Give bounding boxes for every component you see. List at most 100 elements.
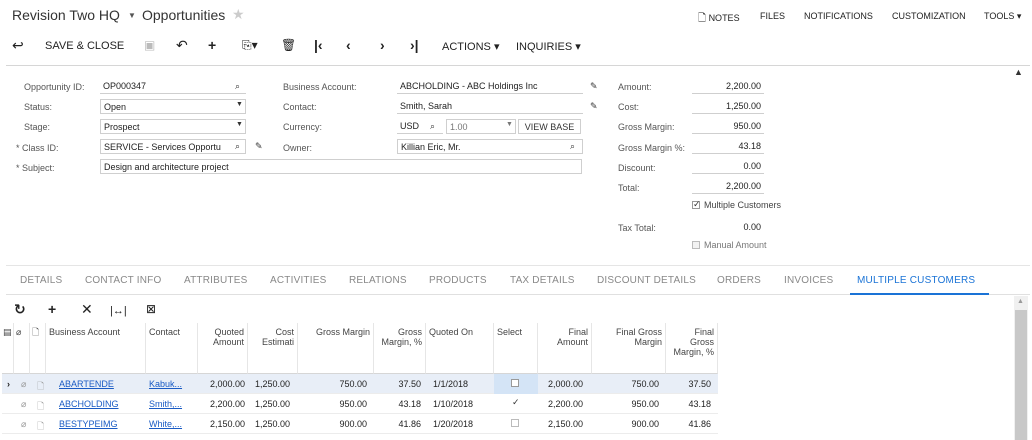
contact-link[interactable]: Kabuk... (146, 374, 198, 394)
tab-attributes[interactable]: ATTRIBUTES (184, 275, 247, 286)
edit-pencil-icon[interactable]: ✎ (590, 101, 598, 112)
delete-row-icon[interactable]: ✕ (81, 301, 93, 317)
inquiries-menu[interactable]: INQUIRIES ▾ (516, 40, 581, 53)
col-quoted-on[interactable]: Quoted On (426, 323, 494, 374)
save-icon[interactable]: ▣ (144, 37, 155, 53)
tab-contact-info[interactable]: CONTACT INFO (85, 275, 161, 286)
search-icon[interactable]: ⌕ (570, 141, 575, 152)
add-row-icon[interactable]: + (48, 301, 56, 317)
undo-icon[interactable]: ↶ (176, 37, 188, 53)
select-cell[interactable] (494, 374, 538, 394)
star-icon[interactable]: ★ (232, 6, 245, 23)
tools-menu[interactable]: TOOLS ▾ (984, 11, 1021, 22)
business-account-link[interactable]: BESTYPEIMG (56, 414, 146, 434)
save-close-button[interactable]: SAVE & CLOSE (45, 40, 124, 52)
owner-field[interactable]: Killian Eric, Mr. (397, 139, 583, 154)
gross-margin-cell[interactable]: 950.00 (298, 394, 370, 414)
fit-columns-icon[interactable]: |↔| (110, 303, 127, 319)
col-final-gross-margin[interactable]: Final Gross Margin (592, 323, 666, 374)
tab-details[interactable]: DETAILS (20, 275, 62, 286)
col-cost-estimate[interactable]: Cost Estimati (248, 323, 298, 374)
chevron-down-icon[interactable]: ▼ (236, 101, 243, 108)
tab-multiple-customers[interactable]: MULTIPLE CUSTOMERS (857, 275, 975, 286)
actions-menu[interactable]: ACTIONS ▾ (442, 40, 499, 53)
table-row[interactable]: ⌀ 🗋 ABCHOLDING Smith,... 2,200.00 1,250.… (2, 394, 718, 414)
col-select[interactable]: Select (494, 323, 538, 374)
cost-estimate-cell[interactable]: 1,250.00 (252, 374, 298, 394)
quoted-on-cell[interactable]: 1/20/2018 (430, 414, 494, 434)
business-account-field[interactable]: ABCHOLDING - ABC Holdings Inc (397, 79, 583, 94)
opportunity-id-field[interactable]: OP000347 (100, 79, 246, 94)
grid-settings-icon[interactable]: ▤ (2, 323, 14, 374)
gross-margin-pct-cell[interactable]: 43.18 (374, 394, 424, 414)
search-icon[interactable]: ⌕ (235, 141, 240, 152)
tab-discount-details[interactable]: DISCOUNT DETAILS (597, 275, 696, 286)
select-cell[interactable] (494, 394, 538, 414)
status-select[interactable]: Open (100, 99, 246, 114)
cost-estimate-cell[interactable]: 1,250.00 (252, 394, 298, 414)
stage-select[interactable]: Prospect (100, 119, 246, 134)
previous-record-icon[interactable]: ‹ (346, 37, 351, 53)
files-link[interactable]: FILES (760, 11, 785, 21)
attachment-icon[interactable]: ⌀ (18, 414, 30, 434)
export-excel-icon[interactable]: ⊠ (146, 301, 156, 317)
multiple-customers-checkbox[interactable] (692, 199, 701, 210)
company-selector[interactable]: Revision Two HQ (12, 7, 120, 23)
scrollbar-thumb[interactable] (1015, 310, 1027, 440)
tab-relations[interactable]: RELATIONS (349, 275, 407, 286)
gross-margin-cell[interactable]: 900.00 (298, 414, 370, 434)
back-arrow-icon[interactable]: ↩ (12, 37, 24, 53)
gross-margin-pct-cell[interactable]: 41.86 (374, 414, 424, 434)
col-gross-margin[interactable]: Gross Margin (298, 323, 374, 374)
chevron-down-icon[interactable]: ▼ (128, 11, 136, 20)
contact-link[interactable]: White,... (146, 414, 198, 434)
class-id-field[interactable]: SERVICE - Services Opportu (100, 139, 246, 154)
final-gross-margin-cell[interactable]: 950.00 (592, 394, 662, 414)
note-icon[interactable]: 🗋 (34, 414, 46, 434)
refresh-icon[interactable]: ↻ (14, 301, 26, 317)
view-base-button[interactable]: VIEW BASE (518, 119, 581, 134)
business-account-link[interactable]: ABARTENDE (56, 374, 146, 394)
col-final-gross-margin-pct[interactable]: Final Gross Margin, % (666, 323, 718, 374)
table-row[interactable]: ⌀ 🗋 BESTYPEIMG White,... 2,150.00 1,250.… (2, 414, 718, 434)
contact-link[interactable]: Smith,... (146, 394, 198, 414)
select-checkbox[interactable] (511, 379, 519, 387)
customization-link[interactable]: CUSTOMIZATION (892, 11, 966, 21)
gross-margin-cell[interactable]: 750.00 (298, 374, 370, 394)
select-cell[interactable] (494, 414, 538, 434)
search-icon[interactable]: ⌕ (430, 121, 435, 132)
chevron-down-icon[interactable]: ▼ (236, 121, 243, 128)
tab-orders[interactable]: ORDERS (717, 275, 761, 286)
attachment-icon[interactable]: ⌀ (18, 394, 30, 414)
final-gross-margin-cell[interactable]: 750.00 (592, 374, 662, 394)
add-icon[interactable]: + (208, 37, 216, 53)
cost-estimate-cell[interactable]: 1,250.00 (252, 414, 298, 434)
final-gross-margin-pct-cell[interactable]: 41.86 (666, 414, 714, 434)
quoted-amount-cell[interactable]: 2,000.00 (198, 374, 248, 394)
contact-field[interactable]: Smith, Sarah (397, 99, 583, 114)
final-gross-margin-pct-cell[interactable]: 43.18 (666, 394, 714, 414)
final-amount-cell[interactable]: 2,000.00 (538, 374, 586, 394)
business-account-link[interactable]: ABCHOLDING (56, 394, 146, 414)
quoted-amount-cell[interactable]: 2,200.00 (198, 394, 248, 414)
edit-pencil-icon[interactable]: ✎ (590, 81, 598, 92)
final-amount-cell[interactable]: 2,200.00 (538, 394, 586, 414)
select-checkbox[interactable] (511, 419, 519, 427)
tab-activities[interactable]: ACTIVITIES (270, 275, 326, 286)
last-record-icon[interactable]: ›| (410, 37, 419, 53)
col-quoted-amount[interactable]: Quoted Amount (198, 323, 248, 374)
search-icon[interactable]: ⌕ (235, 81, 240, 92)
chevron-down-icon[interactable]: ▼ (506, 121, 513, 128)
notes-link[interactable]: 🗋 NOTES (698, 11, 740, 28)
table-row[interactable]: › ⌀ 🗋 ABARTENDE Kabuk... 2,000.00 1,250.… (2, 374, 718, 394)
gross-margin-pct-cell[interactable]: 37.50 (374, 374, 424, 394)
note-icon[interactable]: 🗋 (34, 394, 46, 414)
scroll-up-icon[interactable]: ▲ (1017, 298, 1024, 305)
quoted-on-cell[interactable]: 1/10/2018 (430, 394, 494, 414)
delete-icon[interactable]: 🗑 (281, 37, 296, 53)
subject-field[interactable]: Design and architecture project (100, 159, 582, 174)
tab-products[interactable]: PRODUCTS (429, 275, 487, 286)
currency-field[interactable]: USD (397, 119, 443, 134)
next-record-icon[interactable]: › (380, 37, 385, 53)
collapse-up-icon[interactable]: ▲ (1014, 67, 1023, 77)
